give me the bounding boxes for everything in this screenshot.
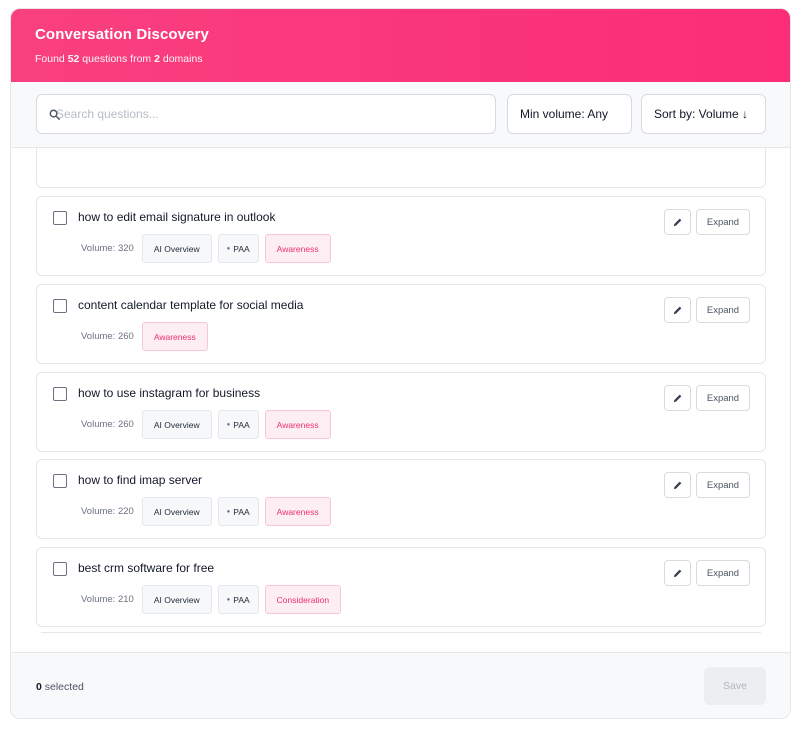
question-card-partial xyxy=(36,148,766,188)
panel-footer: 0 selected Save xyxy=(11,652,790,718)
question-meta: Volume: 210 AI Overview ● PAA Considerati… xyxy=(81,585,342,614)
chat-bubbles-icon: ● xyxy=(226,508,231,515)
panel-subtitle: Found 52 questions from 2 domains xyxy=(35,53,766,65)
save-button[interactable]: Save xyxy=(704,667,766,705)
pencil-icon xyxy=(673,306,682,314)
question-checkbox[interactable] xyxy=(53,387,67,401)
ai-overview-tag: AI Overview xyxy=(141,410,212,439)
question-text: how to edit email signature in outlook xyxy=(78,210,276,224)
paa-tag: ● PAA xyxy=(217,410,259,439)
filter-toolbar: Min volume: Any Sort by: Volume ↓ xyxy=(11,82,790,148)
question-text: how to use instagram for business xyxy=(78,386,261,400)
ai-overview-tag: AI Overview xyxy=(141,585,212,614)
question-checkbox[interactable] xyxy=(53,562,67,576)
edit-button[interactable] xyxy=(664,297,691,323)
question-checkbox[interactable] xyxy=(53,211,67,225)
pencil-icon xyxy=(673,218,682,226)
paa-label: PAA xyxy=(233,419,250,430)
pencil-icon xyxy=(673,569,682,577)
question-card: how to edit email signature in outlook V… xyxy=(36,196,766,276)
volume-label: Volume: 260 xyxy=(81,419,134,430)
pencil-icon xyxy=(673,394,682,402)
paa-tag: ● PAA xyxy=(217,234,259,263)
expand-button[interactable]: Expand xyxy=(696,297,750,323)
question-card: how to use instagram for business Volume… xyxy=(36,372,766,452)
question-count: 52 xyxy=(67,53,80,65)
question-text: best crm software for free xyxy=(78,561,215,575)
paa-label: PAA xyxy=(233,594,250,605)
ai-overview-tag: AI Overview xyxy=(141,497,212,526)
stage-tag: Awareness xyxy=(264,497,331,526)
question-meta: Volume: 260 Awareness xyxy=(81,322,208,351)
subtitle-prefix: Found xyxy=(35,53,68,65)
edit-button[interactable] xyxy=(664,209,691,235)
question-meta: Volume: 320 AI Overview ● PAA Awareness xyxy=(81,234,331,263)
subtitle-suffix: domains xyxy=(159,53,203,65)
paa-label: PAA xyxy=(233,243,250,254)
question-list[interactable]: how to edit email signature in outlook V… xyxy=(11,148,790,652)
pencil-icon xyxy=(673,481,682,489)
expand-button[interactable]: Expand xyxy=(696,385,750,411)
stage-tag: Consideration xyxy=(264,585,342,614)
volume-label: Volume: 320 xyxy=(81,243,134,254)
question-meta: Volume: 260 AI Overview ● PAA Awareness xyxy=(81,410,331,439)
edit-button[interactable] xyxy=(664,472,691,498)
volume-label: Volume: 220 xyxy=(81,506,134,517)
chat-bubbles-icon: ● xyxy=(226,421,231,428)
stage-tag: Awareness xyxy=(264,410,331,439)
ai-overview-tag: AI Overview xyxy=(141,234,212,263)
subtitle-middle: questions from xyxy=(79,53,155,65)
question-card: content calendar template for social med… xyxy=(36,284,766,364)
conversation-discovery-panel: Conversation Discovery Found 52 question… xyxy=(10,8,791,719)
paa-tag: ● PAA xyxy=(217,497,259,526)
question-card: best crm software for free Volume: 210 A… xyxy=(36,547,766,627)
paa-label: PAA xyxy=(233,506,250,517)
expand-button[interactable]: Expand xyxy=(696,472,750,498)
question-text: content calendar template for social med… xyxy=(78,298,304,312)
question-meta: Volume: 220 AI Overview ● PAA Awareness xyxy=(81,497,331,526)
question-card: how to find imap server Volume: 220 AI O… xyxy=(36,459,766,539)
sort-by-select[interactable]: Sort by: Volume ↓ xyxy=(641,94,766,134)
search-input[interactable] xyxy=(56,107,476,121)
selection-count: 0 selected xyxy=(36,681,84,693)
expand-button[interactable]: Expand xyxy=(696,209,750,235)
edit-button[interactable] xyxy=(664,560,691,586)
min-volume-select[interactable]: Min volume: Any xyxy=(507,94,632,134)
search-box[interactable] xyxy=(36,94,496,134)
chat-bubbles-icon: ● xyxy=(226,596,231,603)
stage-tag: Awareness xyxy=(264,234,331,263)
panel-title: Conversation Discovery xyxy=(35,26,209,43)
expand-button[interactable]: Expand xyxy=(696,560,750,586)
list-divider xyxy=(41,632,761,633)
edit-button[interactable] xyxy=(664,385,691,411)
stage-tag: Awareness xyxy=(141,322,208,351)
panel-header: Conversation Discovery Found 52 question… xyxy=(11,9,790,82)
paa-tag: ● PAA xyxy=(217,585,259,614)
chat-bubbles-icon: ● xyxy=(226,245,231,252)
selected-label: selected xyxy=(41,681,84,693)
volume-label: Volume: 260 xyxy=(81,331,134,342)
question-checkbox[interactable] xyxy=(53,474,67,488)
question-text: how to find imap server xyxy=(78,473,203,487)
volume-label: Volume: 210 xyxy=(81,594,134,605)
question-checkbox[interactable] xyxy=(53,299,67,313)
